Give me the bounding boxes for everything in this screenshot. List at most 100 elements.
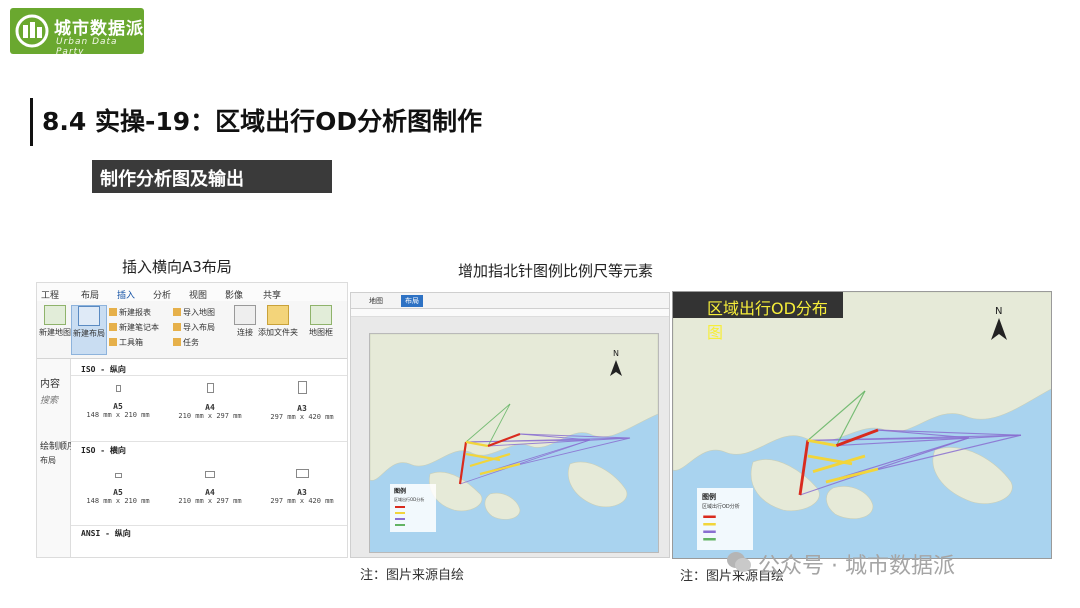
legend-swatch [395,518,405,520]
iso-landscape-header: ISO - 横向 [81,446,126,455]
legend-box: 图例 区域出行OD分析 [697,488,753,550]
folder-icon [267,305,289,325]
map-title-label: 区域出行OD分布图 [673,292,843,342]
legend-swatch [395,512,405,514]
insert-layout-screenshot: 工程 布局 插入 分析 视图 影像 共享 新建地图 新建布局 新建报表 新建笔记… [36,282,348,558]
page-icon [295,469,309,478]
import-layout-button[interactable]: 导入布局 [173,322,215,333]
iso-portrait-header: ISO - 纵向 [81,365,126,374]
page-icon [115,385,121,392]
svg-text:图例: 图例 [394,487,406,495]
tab-map-view[interactable]: 地图 [365,295,387,307]
ansi-portrait-header: ANSI - 纵向 [81,529,131,538]
ribbon-tab-bar: 工程 布局 插入 分析 视图 影像 共享 [37,283,347,304]
map-frame-icon [310,305,332,325]
legend-swatch [395,506,405,508]
tab-share[interactable]: 共享 [263,288,281,301]
contents-pane: 内容 搜索 绘制顺序 布局 [37,359,76,557]
layout-size-name: A5 [113,402,123,411]
contents-title: 内容 [40,379,60,390]
brand-logo: 城市数据派 Urban Data Party [10,8,144,54]
ribbon-insert-panel: 新建地图 新建布局 新建报表 新建笔记本 工具箱 导入地图 导入布局 任务 连接… [37,301,347,359]
brand-sub: Urban Data Party [56,37,118,54]
layout-size-name: A3 [297,488,307,497]
import-map-button[interactable]: 导入地图 [173,307,215,318]
legend-box: 图例 区域出行OD分析 [390,484,436,532]
brand-name: 城市数据派 [54,19,144,39]
svg-text:N: N [613,349,619,358]
source-note-1: 注：图片来源自绘 [360,568,465,583]
toolbox-button[interactable]: 工具箱 [109,337,143,348]
new-report-button[interactable]: 新建报表 [109,307,151,318]
layout-size-dims: 210 mm x 297 mm [178,497,242,505]
od-map-large: N 图例 区域出行OD分析 [673,292,1051,558]
layout-size-name: A5 [113,488,123,497]
tab-layout[interactable]: 布局 [81,288,99,301]
layout-size-dims: 148 mm x 210 mm [86,411,150,419]
layout-page: N 图例 区域出行OD分析 [369,333,659,553]
layout-option-a5-portrait[interactable]: A5 148 mm x 210 mm [73,385,163,419]
gallery-divider [71,375,347,376]
layout-elements-screenshot: 地图 布局 N 图例 区域出行OD分析 [350,292,670,558]
title-accent-bar [30,98,33,146]
layout-option-a4-portrait[interactable]: A4 210 mm x 297 mm [165,383,255,420]
layout-gallery: ISO - 纵向 A5 148 mm x 210 mm A4 210 mm x … [71,359,347,557]
section-subtitle: 制作分析图及输出 [92,160,332,193]
connect-label: 连接 [237,328,253,337]
svg-text:N: N [995,306,1002,317]
layout-icon [78,306,100,326]
map-frame-button[interactable]: 地图框 [303,305,339,338]
layout-size-dims: 297 mm x 420 mm [270,497,334,505]
layout-option-a5-landscape[interactable]: A5 148 mm x 210 mm [73,473,163,505]
legend-swatch [703,538,716,541]
od-distribution-map: N 图例 区域出行OD分析 区域出行OD分布图 [672,291,1052,559]
tab-imagery[interactable]: 影像 [225,288,243,301]
tab-project[interactable]: 工程 [41,288,59,301]
od-map-small: N 图例 区域出行OD分析 [370,334,658,552]
panel-caption-1: 插入横向A3布局 [122,258,232,276]
tab-analysis[interactable]: 分析 [153,288,171,301]
svg-text:区域出行OD分析: 区域出行OD分析 [702,503,740,510]
view-tab-bar: 地图 布局 [351,293,669,309]
page-icon [297,381,307,394]
legend-swatch [703,530,716,533]
gallery-divider [71,441,347,442]
tab-layout-view[interactable]: 布局 [401,295,423,307]
legend-swatch [395,524,405,526]
new-map-label: 新建地图 [39,328,71,337]
layout-tree-item[interactable]: 布局 [40,455,56,466]
layout-size-dims: 297 mm x 420 mm [270,413,334,421]
new-layout-label: 新建布局 [73,329,105,338]
gallery-divider [71,525,347,526]
legend-swatch [703,515,716,518]
contents-search-field[interactable]: 搜索 [40,393,58,406]
svg-text:图例: 图例 [702,492,716,501]
layout-option-a3-portrait[interactable]: A3 297 mm x 420 mm [257,381,347,421]
new-layout-button[interactable]: 新建布局 [71,305,107,355]
panel-caption-2: 增加指北针图例比例尺等元素 [458,262,654,280]
page-title: 8.4 实操-19：区域出行OD分析图制作 [42,107,483,136]
layout-option-a3-landscape[interactable]: A3 297 mm x 420 mm [257,469,347,505]
layout-size-name: A4 [205,488,215,497]
layout-ruler [351,309,669,317]
layout-size-name: A3 [297,404,307,413]
new-notebook-button[interactable]: 新建笔记本 [109,322,159,333]
page-icon [114,473,122,478]
map-frame-label: 地图框 [309,328,333,337]
page-icon [205,471,215,478]
logo-mark-icon [15,14,49,48]
tab-view[interactable]: 视图 [189,288,207,301]
page-icon [206,383,214,393]
add-folder-button[interactable]: 添加文件夹 [253,305,303,338]
new-map-button[interactable]: 新建地图 [37,305,73,338]
task-button[interactable]: 任务 [173,337,199,348]
watermark-text: 公众号 · 城市数据派 [758,554,955,579]
map-icon [44,305,66,325]
layout-option-a4-landscape[interactable]: A4 210 mm x 297 mm [165,471,255,505]
svg-text:区域出行OD分析: 区域出行OD分析 [394,496,424,502]
layout-size-dims: 148 mm x 210 mm [86,497,150,505]
wechat-icon [727,552,751,572]
layout-size-name: A4 [205,403,215,412]
add-folder-label: 添加文件夹 [258,328,298,337]
layout-size-dims: 210 mm x 297 mm [178,412,242,420]
